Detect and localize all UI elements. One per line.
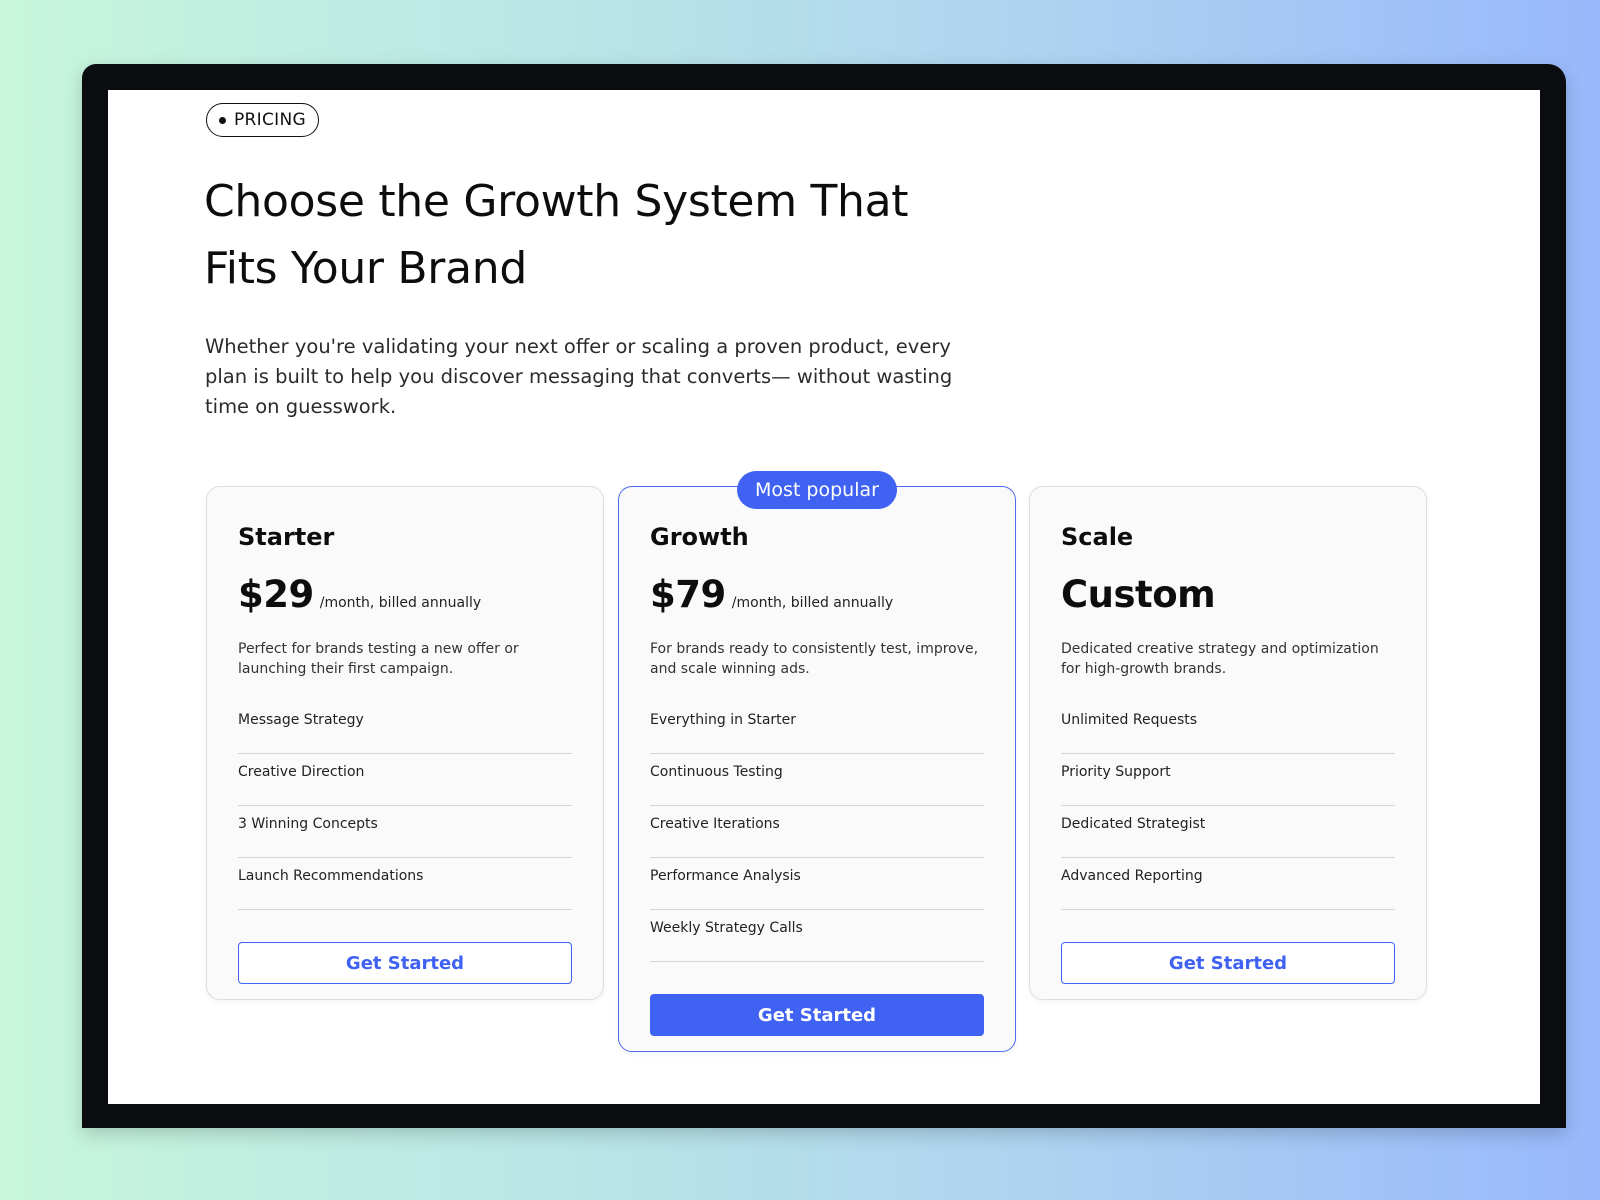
feature-item: Launch Recommendations [238, 858, 572, 910]
feature-item: Performance Analysis [650, 858, 984, 910]
feature-item: Weekly Strategy Calls [650, 910, 984, 962]
most-popular-badge: Most popular [737, 471, 897, 509]
feature-item: Everything in Starter [650, 702, 984, 754]
plan-price: $79 [650, 573, 726, 616]
page-subtitle: Whether you're validating your next offe… [205, 335, 953, 418]
feature-item: Creative Iterations [650, 806, 984, 858]
feature-list: Everything in Starter Continuous Testing… [650, 702, 984, 962]
bullet-dot-icon [219, 116, 226, 124]
price-row: $79 /month, billed annually [650, 573, 984, 617]
get-started-button-scale[interactable]: Get Started [1061, 942, 1395, 984]
plan-billing-period: /month, billed annually [319, 595, 482, 611]
feature-item: Priority Support [1061, 754, 1395, 806]
feature-item: Message Strategy [238, 702, 572, 754]
plan-card-scale: Scale Custom Dedicated creative strategy… [1029, 486, 1427, 1000]
get-started-button-starter[interactable]: Get Started [238, 942, 572, 984]
plan-card-starter: Starter $29 /month, billed annually Perf… [206, 486, 604, 1000]
feature-item: Advanced Reporting [1061, 858, 1395, 910]
pricing-page: PRICING Choose the Growth System That Fi… [108, 90, 1540, 1104]
plan-price: Custom [1061, 573, 1216, 616]
get-started-button-growth[interactable]: Get Started [650, 994, 984, 1036]
feature-item: Dedicated Strategist [1061, 806, 1395, 858]
feature-item: 3 Winning Concepts [238, 806, 572, 858]
plan-name: Growth [650, 523, 749, 551]
plan-name: Scale [1061, 523, 1134, 551]
section-tag: PRICING [206, 103, 319, 137]
feature-list: Unlimited Requests Priority Support Dedi… [1061, 702, 1395, 910]
feature-list: Message Strategy Creative Direction 3 Wi… [238, 702, 572, 910]
price-row: $29 /month, billed annually [238, 573, 572, 617]
feature-item: Unlimited Requests [1061, 702, 1395, 754]
plan-price: $29 [238, 573, 314, 616]
plan-card-growth: Most popular Growth $79 /month, billed a… [618, 471, 1016, 1052]
page-title: Choose the Growth System That Fits Your … [204, 176, 909, 294]
plan-description: Perfect for brands testing a new offer o… [238, 641, 519, 677]
plan-description: Dedicated creative strategy and optimiza… [1061, 641, 1379, 677]
plan-name: Starter [238, 523, 335, 551]
plan-billing-period: /month, billed annually [731, 595, 894, 611]
plan-description: For brands ready to consistently test, i… [650, 641, 979, 677]
section-tag-label: PRICING [234, 110, 306, 130]
feature-item: Continuous Testing [650, 754, 984, 806]
price-row: Custom [1061, 573, 1395, 617]
feature-item: Creative Direction [238, 754, 572, 806]
